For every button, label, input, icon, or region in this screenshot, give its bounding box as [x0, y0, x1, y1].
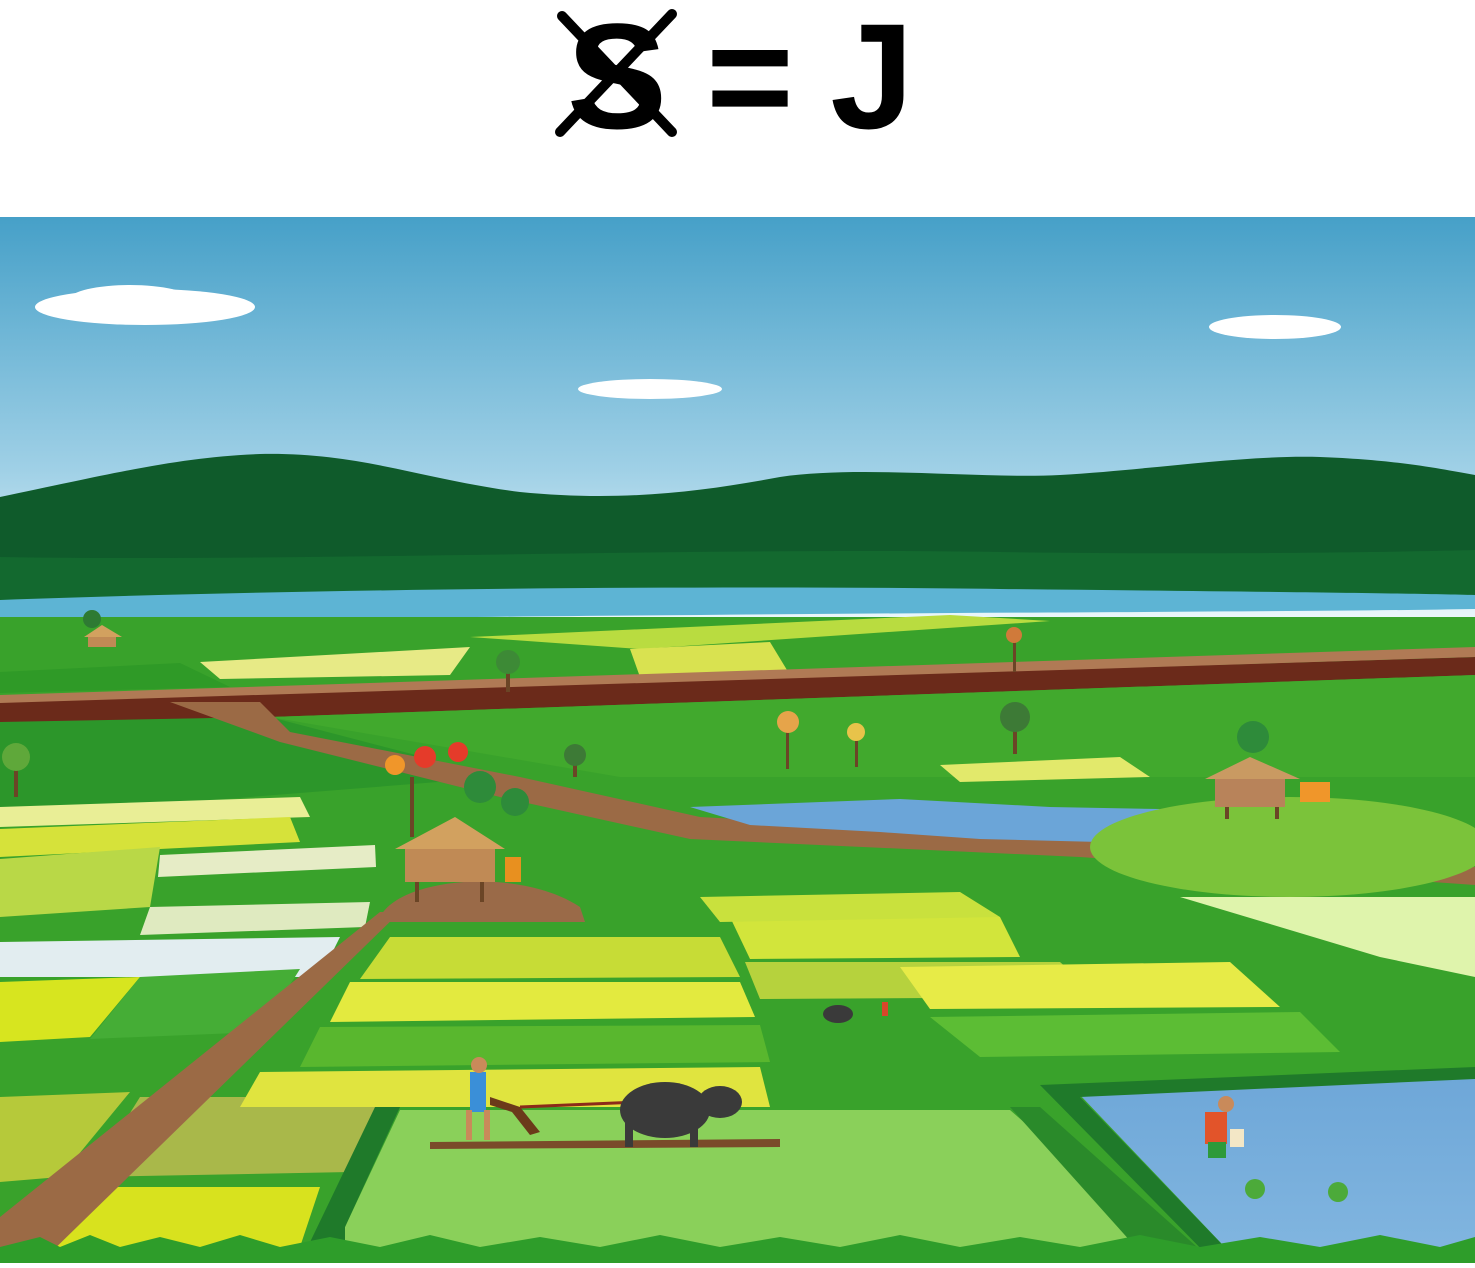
crossed-letter-group: S [555, 0, 677, 160]
field-patch [0, 847, 160, 917]
field-patch [730, 917, 1020, 959]
equals-sign: = [706, 0, 794, 160]
puzzle-header: S = J [0, 0, 1475, 200]
field-patch [360, 937, 740, 979]
cloud-icon [578, 379, 722, 399]
cloud-icon [1209, 315, 1341, 339]
rice-field-illustration [0, 217, 1475, 1263]
field-patch [930, 1012, 1340, 1057]
field-patch [330, 982, 755, 1022]
field-patch [700, 892, 1000, 922]
field-patch [900, 962, 1280, 1009]
paddy [345, 1110, 1150, 1257]
field-patch [300, 1025, 770, 1067]
result-letter: J [830, 0, 913, 160]
hillock [1090, 797, 1475, 897]
